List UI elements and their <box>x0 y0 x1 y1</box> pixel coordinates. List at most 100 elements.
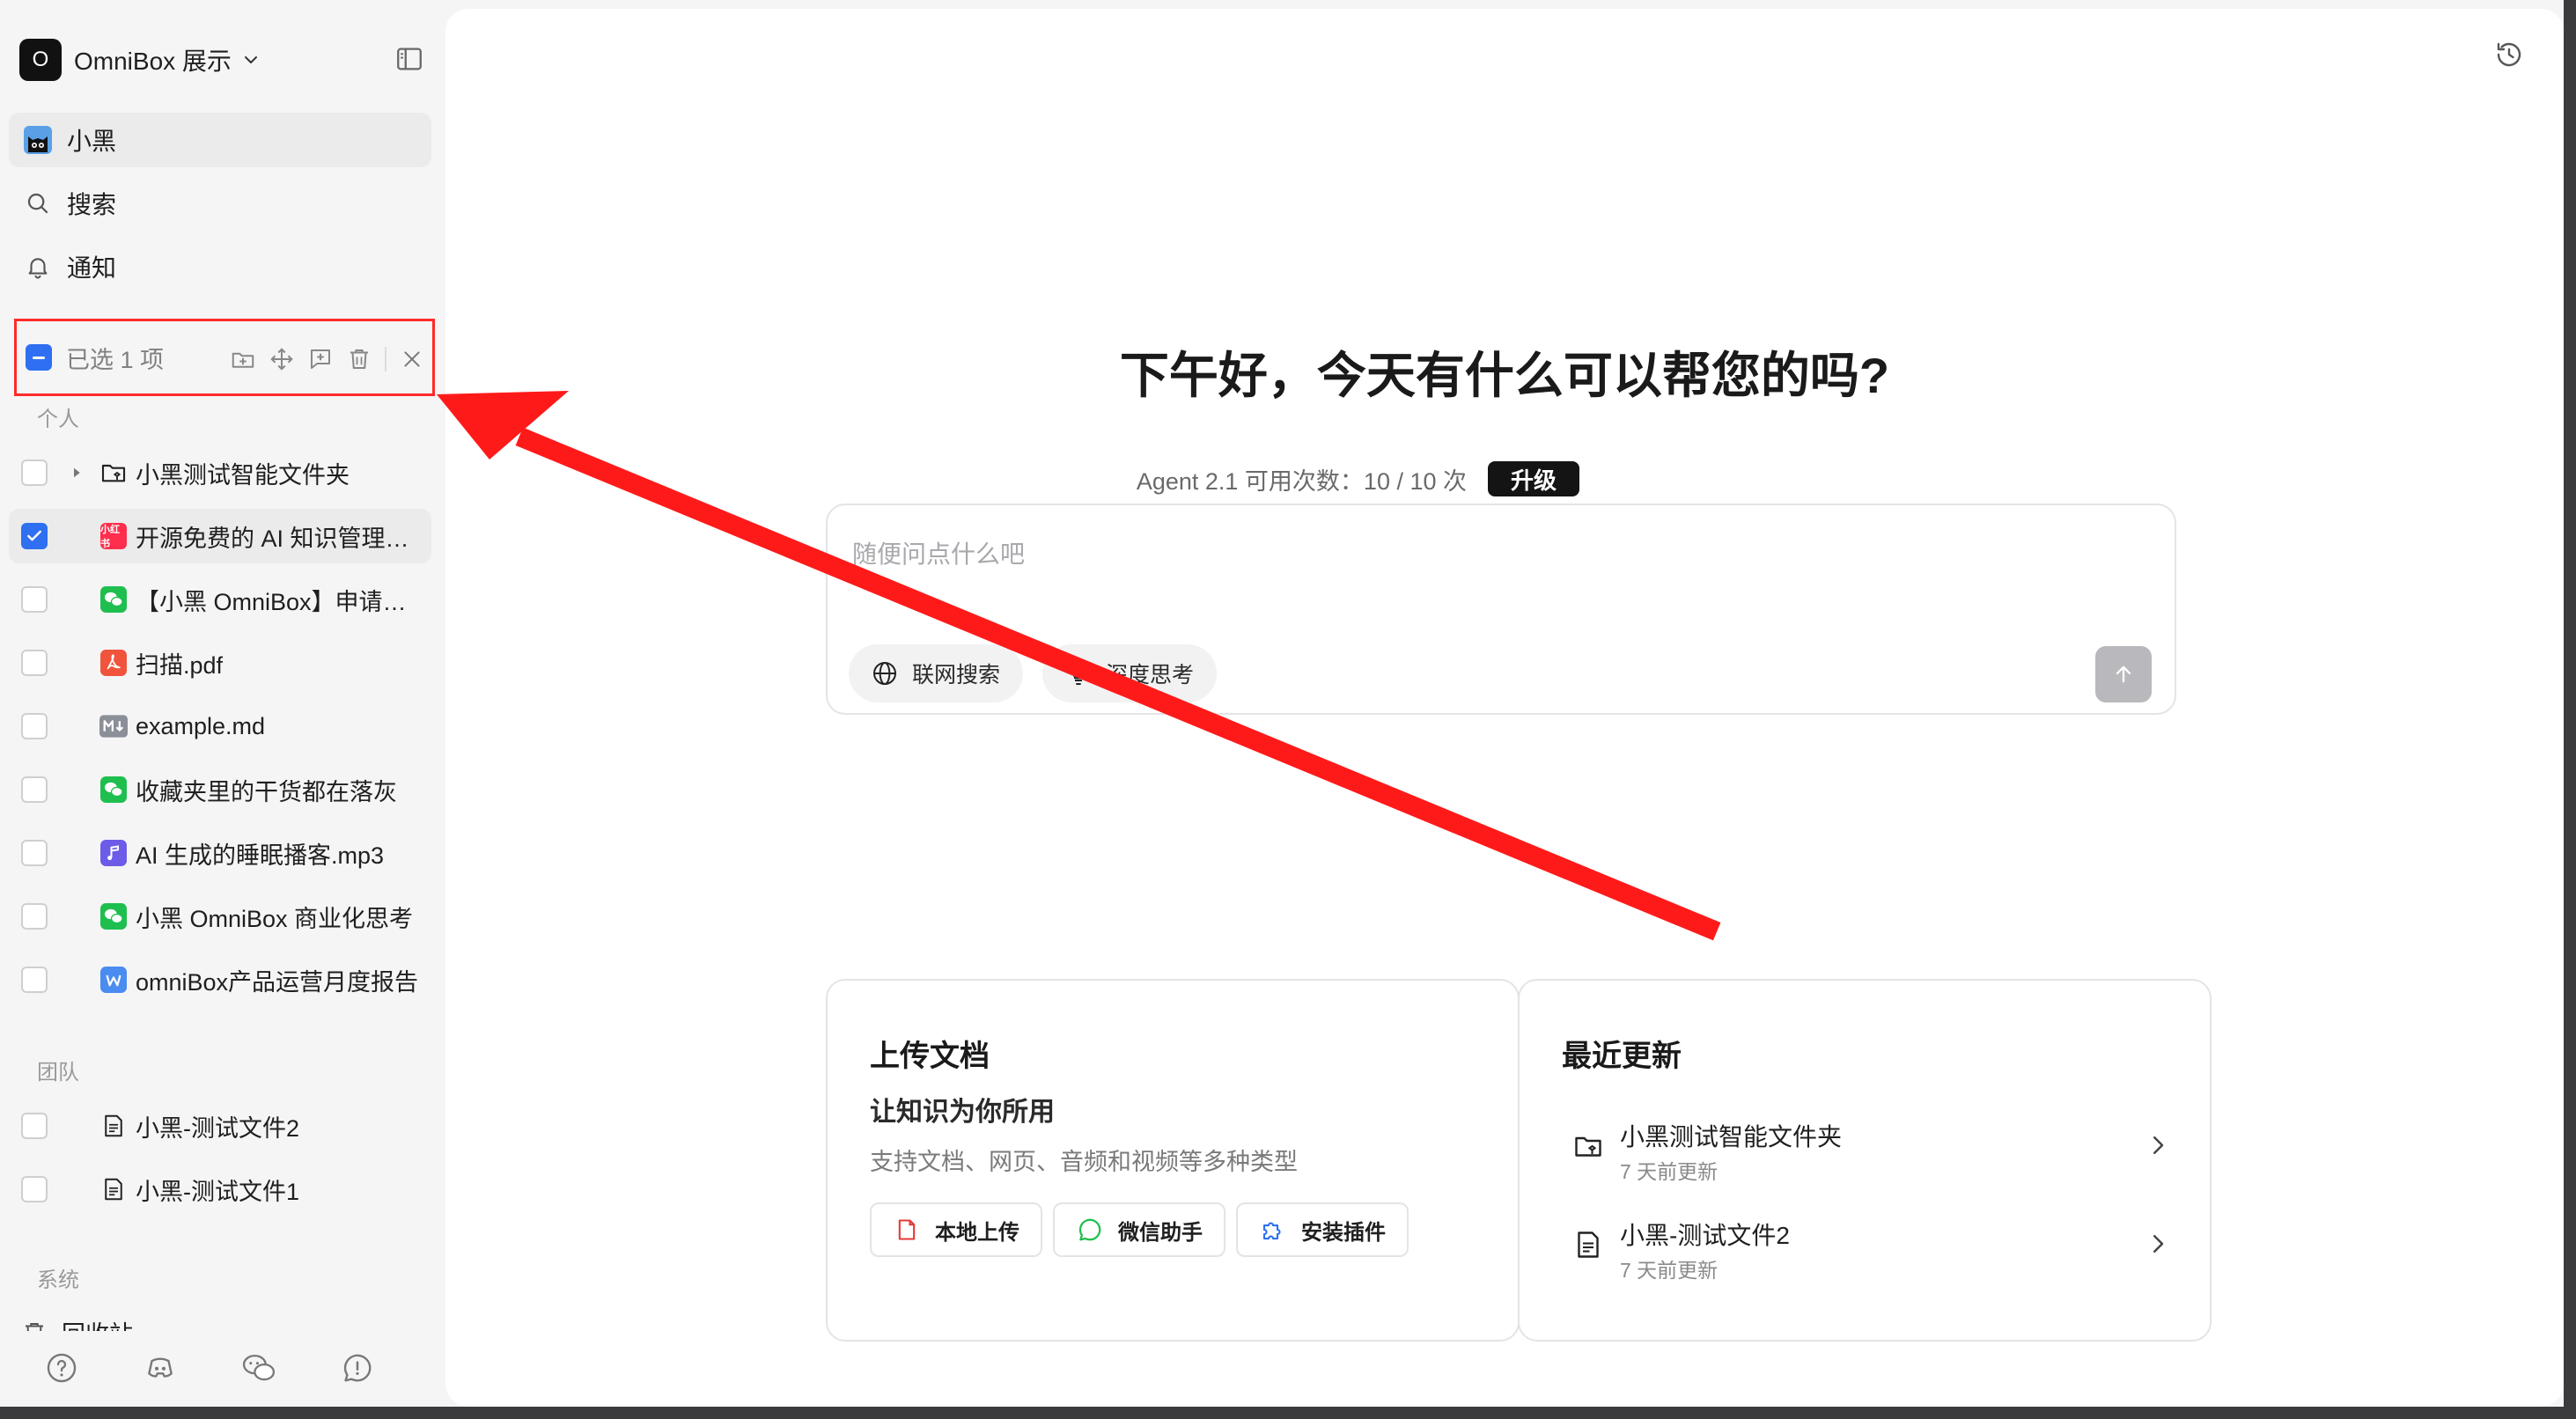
item-checkbox[interactable] <box>21 840 48 866</box>
list-item[interactable]: 【小黑 OmniBox】申请内测 <box>9 572 431 627</box>
word-icon <box>99 965 129 995</box>
deep-think-toggle[interactable]: 深度思考 <box>1042 644 1218 702</box>
item-name: 开源免费的 AI 知识管理工具 <box>136 525 428 552</box>
chat-input-placeholder[interactable]: 随便问点什么吧 <box>852 535 1025 570</box>
item-name: 小黑测试智能文件夹 <box>136 461 350 489</box>
toolbar-divider <box>385 347 386 371</box>
nav-item-label: 通知 <box>67 254 117 282</box>
sidebar: O OmniBox 展示 小黑 搜索 通知 已选 1 项 个人 小黑测试智能文件… <box>0 0 445 1407</box>
chat-composer[interactable]: 随便问点什么吧 联网搜索 深度思考 <box>826 504 2176 715</box>
button-label: 安装插件 <box>1301 1220 1386 1245</box>
workspace-switcher[interactable]: O OmniBox 展示 <box>19 39 261 81</box>
chip-label: 联网搜索 <box>912 663 1001 687</box>
chevron-right-icon <box>2153 1136 2164 1154</box>
quota-text: Agent 2.1 可用次数：10 / 10 次 <box>1136 467 1467 495</box>
cat-avatar-icon <box>23 125 53 155</box>
item-checkbox[interactable] <box>21 713 48 739</box>
button-label: 微信助手 <box>1118 1220 1203 1245</box>
list-item[interactable]: 小黑测试智能文件夹 <box>9 445 431 500</box>
selection-toolbar: 已选 1 项 <box>14 319 435 396</box>
smart-folder-icon <box>99 458 129 488</box>
sidebar-toggle-icon[interactable] <box>394 44 424 74</box>
upgrade-button[interactable]: 升级 <box>1488 461 1579 496</box>
recent-item[interactable]: 小黑测试智能文件夹 7 天前更新 <box>1572 1118 2171 1188</box>
item-checkbox[interactable] <box>21 523 48 549</box>
list-item[interactable]: 小黑-测试文件2 <box>9 1099 431 1153</box>
card-title: 最近更新 <box>1562 1040 1682 1073</box>
item-name: AI 生成的睡眠播客.mp3 <box>136 842 385 869</box>
recent-updates-card: 最近更新 小黑测试智能文件夹 7 天前更新 小黑-测试文件2 7 天前更新 <box>1518 979 2212 1342</box>
discord-icon[interactable] <box>143 1350 178 1386</box>
item-name: 【小黑 OmniBox】申请内测 <box>136 588 428 615</box>
list-item[interactable]: example.md <box>9 699 431 754</box>
main-panel: 下午好，今天有什么可以帮您的吗? Agent 2.1 可用次数：10 / 10 … <box>445 9 2564 1407</box>
history-icon[interactable] <box>2493 39 2525 70</box>
local-upload-button[interactable]: 本地上传 <box>870 1202 1042 1257</box>
add-to-chat-icon[interactable] <box>305 344 335 374</box>
chip-label: 深度思考 <box>1106 663 1195 687</box>
list-item[interactable]: omniBox产品运营月度报告 <box>9 952 431 1007</box>
button-label: 本地上传 <box>935 1220 1019 1245</box>
agent-quota: Agent 2.1 可用次数：10 / 10 次 升级 <box>1137 461 1579 496</box>
markdown-icon <box>99 711 129 741</box>
recent-item-name: 小黑-测试文件2 <box>1620 1222 1790 1249</box>
system-list-clip: 回收站 <box>9 1306 431 1331</box>
nav-item-search[interactable]: 搜索 <box>9 176 431 231</box>
list-item[interactable]: 小红书 开源免费的 AI 知识管理工具 <box>9 509 431 563</box>
move-icon[interactable] <box>267 344 297 374</box>
chevron-down-icon <box>244 56 257 63</box>
pdf-icon <box>99 648 129 678</box>
item-name: 回收站 <box>62 1315 133 1331</box>
item-name: 收藏夹里的干货都在落灰 <box>136 778 397 805</box>
recent-item[interactable]: 小黑-测试文件2 7 天前更新 <box>1572 1217 2171 1287</box>
globe-icon <box>870 658 900 688</box>
page-title: 下午好，今天有什么可以帮您的吗? <box>1119 348 1890 403</box>
chevron-right-icon <box>2153 1235 2164 1253</box>
feedback-icon[interactable] <box>340 1350 375 1386</box>
list-item[interactable]: 扫描.pdf <box>9 636 431 690</box>
web-search-toggle[interactable]: 联网搜索 <box>849 644 1024 702</box>
wechat-outline-icon[interactable] <box>241 1350 276 1386</box>
item-checkbox[interactable] <box>21 903 48 930</box>
wechat-icon <box>99 775 129 805</box>
document-icon <box>1578 1232 1599 1258</box>
recent-item-time: 7 天前更新 <box>1620 1259 1719 1282</box>
card-description: 支持文档、网页、音频和视频等多种类型 <box>870 1149 1298 1175</box>
help-icon[interactable] <box>44 1350 79 1386</box>
bell-icon <box>23 252 53 282</box>
item-checkbox[interactable] <box>21 776 48 803</box>
item-checkbox[interactable] <box>21 1113 48 1139</box>
send-button[interactable] <box>2095 646 2152 702</box>
item-checkbox[interactable] <box>21 967 48 993</box>
item-checkbox[interactable] <box>21 1176 48 1202</box>
item-checkbox[interactable] <box>21 650 48 676</box>
section-label-team: 团队 <box>37 1061 79 1084</box>
list-item[interactable]: 小黑-测试文件1 <box>9 1162 431 1217</box>
install-plugin-button[interactable]: 安装插件 <box>1236 1202 1409 1257</box>
list-item[interactable]: 收藏夹里的干货都在落灰 <box>9 762 431 817</box>
system-item-trash[interactable]: 回收站 <box>21 1315 133 1331</box>
smart-folder-icon <box>1575 1136 1601 1157</box>
trash-icon <box>26 1322 43 1331</box>
list-item[interactable]: AI 生成的睡眠播客.mp3 <box>9 826 431 880</box>
nav-item-label: 搜索 <box>67 191 117 218</box>
move-to-folder-icon[interactable] <box>228 344 258 374</box>
nav-item-notifications[interactable]: 通知 <box>9 239 431 294</box>
item-checkbox[interactable] <box>21 586 48 613</box>
item-name: example.md <box>136 712 266 739</box>
close-icon[interactable] <box>397 344 427 374</box>
card-subtitle: 让知识为你所用 <box>870 1098 1055 1127</box>
search-icon <box>23 188 53 218</box>
document-icon <box>99 1174 129 1204</box>
trash-icon[interactable] <box>344 344 374 374</box>
arrow-up-icon <box>2116 665 2131 683</box>
caret-right-icon[interactable] <box>69 465 85 481</box>
xiaohongshu-icon: 小红书 <box>99 521 129 551</box>
wechat-assistant-button[interactable]: 微信助手 <box>1053 1202 1225 1257</box>
list-item[interactable]: 小黑 OmniBox 商业化思考 <box>9 889 431 944</box>
chat-bubble-icon <box>1076 1216 1104 1244</box>
select-all-checkbox[interactable] <box>26 344 52 371</box>
item-checkbox[interactable] <box>21 460 48 486</box>
item-name: omniBox产品运营月度报告 <box>136 968 419 996</box>
nav-item-xiaohei[interactable]: 小黑 <box>9 113 431 167</box>
